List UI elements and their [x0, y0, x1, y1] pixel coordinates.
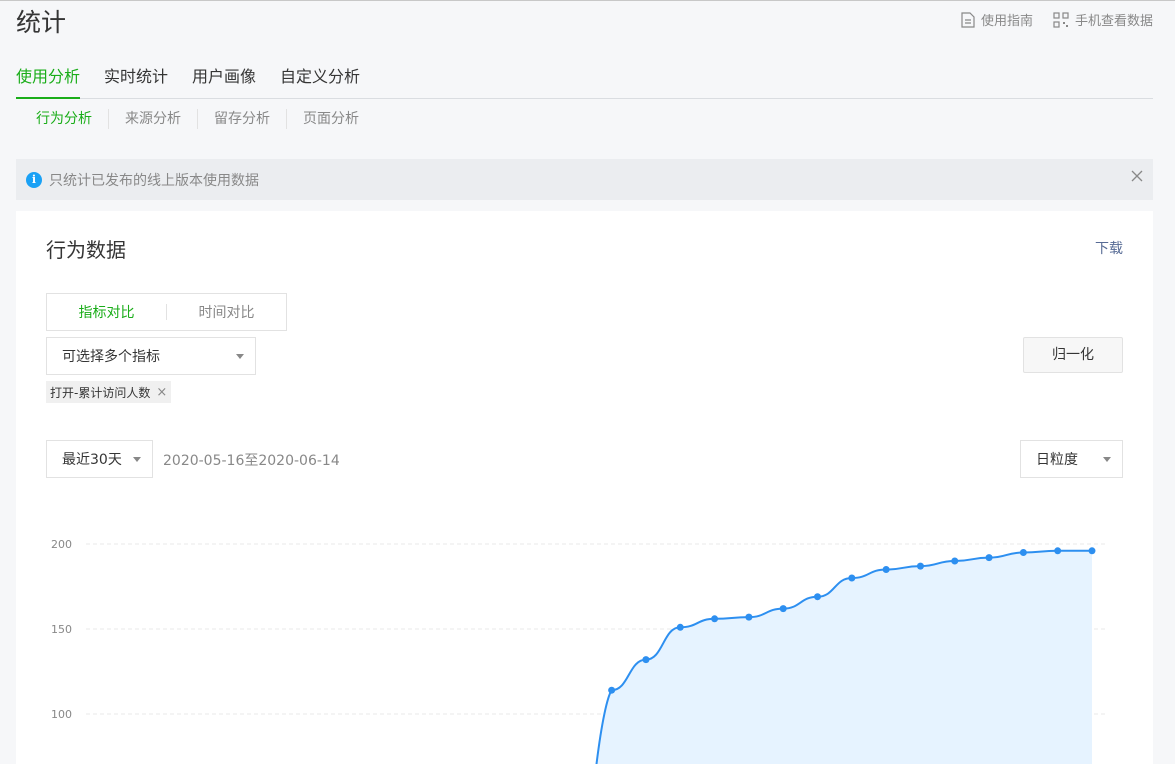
behavior-data-card: 行为数据 下载 指标对比 时间对比 可选择多个指标 归一化 打开-累计访问人数 … [16, 211, 1153, 764]
behavior-chart: 100 150 200 [51, 538, 1108, 764]
data-point[interactable] [608, 686, 616, 694]
data-point[interactable] [676, 623, 684, 631]
data-point[interactable] [642, 656, 650, 664]
subtab-behavior[interactable]: 行为分析 [20, 109, 108, 129]
data-point[interactable] [779, 605, 787, 613]
series-area [596, 550, 1092, 764]
y-tick-label: 150 [51, 623, 72, 636]
qrcode-icon [1053, 11, 1069, 28]
data-point[interactable] [848, 574, 856, 582]
data-point[interactable] [1088, 547, 1096, 555]
page-title: 统计 [16, 8, 67, 37]
main-tabs: 使用分析 实时统计 用户画像 自定义分析 [16, 66, 1153, 99]
subtab-source[interactable]: 来源分析 [108, 109, 197, 129]
tab-usage-analysis[interactable]: 使用分析 [16, 66, 81, 99]
top-links: 使用指南 手机查看数据 [941, 10, 1153, 29]
subtab-retention[interactable]: 留存分析 [197, 109, 286, 129]
y-tick-label: 200 [51, 538, 72, 551]
guide-link-label: 使用指南 [980, 14, 1033, 29]
data-point[interactable] [814, 593, 822, 601]
sub-tabs: 行为分析 来源分析 留存分析 页面分析 [20, 109, 375, 129]
data-point[interactable] [985, 554, 993, 562]
data-point[interactable] [711, 615, 719, 623]
data-point[interactable] [1054, 547, 1062, 555]
document-icon [961, 11, 975, 28]
notice-bar: i 只统计已发布的线上版本使用数据 [16, 159, 1153, 200]
data-point[interactable] [1019, 549, 1027, 556]
mobile-data-link-label: 手机查看数据 [1074, 14, 1153, 29]
data-point[interactable] [951, 557, 959, 565]
guide-link[interactable]: 使用指南 [961, 10, 1033, 29]
info-icon: i [26, 171, 42, 188]
data-point[interactable] [916, 562, 924, 570]
data-point[interactable] [745, 613, 753, 621]
close-icon[interactable] [1131, 170, 1143, 182]
tab-custom-analysis[interactable]: 自定义分析 [280, 66, 360, 99]
notice-text: 只统计已发布的线上版本使用数据 [49, 172, 259, 189]
tab-realtime-stats[interactable]: 实时统计 [104, 66, 168, 99]
tab-user-portrait[interactable]: 用户画像 [192, 66, 256, 99]
data-point[interactable] [882, 566, 890, 573]
y-tick-label: 100 [51, 708, 72, 721]
mobile-data-link[interactable]: 手机查看数据 [1053, 10, 1153, 29]
window-top-border [0, 0, 1175, 1]
subtab-page[interactable]: 页面分析 [286, 109, 375, 129]
